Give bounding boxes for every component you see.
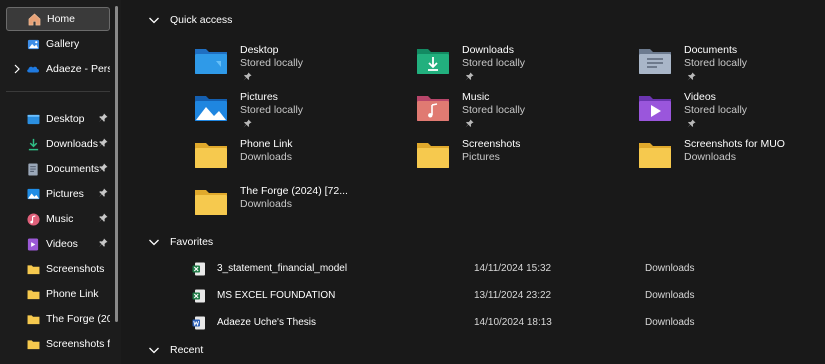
quick-access-tile-documents[interactable]: Documents Stored locally	[638, 43, 825, 87]
sidebar-item-videos[interactable]: Videos	[6, 232, 110, 256]
pin-icon	[465, 119, 474, 128]
sidebar-item-music[interactable]: Music	[6, 207, 110, 231]
quick-access-tile-videos[interactable]: Videos Stored locally	[638, 90, 825, 134]
quick-access-tile-screenshots[interactable]: Screenshots Pictures	[416, 137, 616, 181]
folder-icon	[26, 287, 40, 301]
sidebar-item-screenshots[interactable]: Screenshots	[6, 257, 110, 281]
folder-icon	[417, 143, 449, 168]
excel-file-icon	[192, 262, 205, 276]
folder-icon	[26, 262, 40, 276]
favorites-row[interactable]: 3_statement_financial_model 14/11/2024 1…	[124, 257, 825, 281]
quick-access-tile-the-forge[interactable]: The Forge (2024) [72... Downloads	[194, 184, 394, 228]
chevron-down-icon[interactable]	[148, 345, 160, 355]
documents-icon	[26, 162, 40, 176]
quick-access-tile-phone-link[interactable]: Phone Link Downloads	[194, 137, 394, 181]
pictures-folder-icon	[195, 96, 227, 121]
downloads-folder-icon	[417, 49, 449, 74]
pin-icon	[243, 119, 252, 128]
folder-icon	[639, 143, 671, 168]
pin-icon	[98, 138, 108, 148]
pin-icon	[687, 72, 696, 81]
sidebar-item-onedrive[interactable]: Adaeze - Person	[6, 57, 110, 81]
excel-file-icon	[192, 289, 205, 303]
quick-access-tile-desktop[interactable]: Desktop Stored locally	[194, 43, 394, 87]
favorites-row[interactable]: MS EXCEL FOUNDATION 13/11/2024 23:22 Dow…	[124, 284, 825, 308]
sidebar-scrollbar[interactable]	[115, 6, 118, 322]
sidebar-item-desktop[interactable]: Desktop	[6, 107, 110, 131]
quick-access-tile-screenshots-for-muo[interactable]: Screenshots for MUO Downloads	[638, 137, 825, 181]
sidebar-item-downloads[interactable]: Downloads	[6, 132, 110, 156]
music-folder-icon	[417, 96, 449, 121]
onedrive-icon	[26, 62, 40, 76]
videos-folder-icon	[639, 96, 671, 121]
sidebar-item-phone-link[interactable]: Phone Link	[6, 282, 110, 306]
favorites-row[interactable]: Adaeze Uche's Thesis 14/10/2024 18:13 Do…	[124, 311, 825, 335]
favorites-header[interactable]: Favorites	[124, 232, 213, 252]
desktop-icon	[26, 112, 40, 126]
chevron-down-icon[interactable]	[148, 237, 160, 247]
quick-access-tile-downloads[interactable]: Downloads Stored locally	[416, 43, 616, 87]
pin-icon	[687, 119, 696, 128]
quick-access-tile-pictures[interactable]: Pictures Stored locally	[194, 90, 394, 134]
sidebar-item-home[interactable]: Home	[6, 7, 110, 31]
sidebar-item-gallery[interactable]: Gallery	[6, 32, 110, 56]
home-icon	[27, 12, 41, 26]
quick-access-tile-music[interactable]: Music Stored locally	[416, 90, 616, 134]
chevron-right-icon[interactable]	[13, 64, 21, 74]
sidebar-item-the-forge[interactable]: The Forge (2024	[6, 307, 110, 331]
navigation-pane: Home Gallery Adaeze - Person Desktop Dow…	[0, 0, 121, 364]
videos-icon	[26, 237, 40, 251]
pin-icon	[465, 72, 474, 81]
sidebar-item-pictures[interactable]: Pictures	[6, 182, 110, 206]
pin-icon	[98, 213, 108, 223]
recent-header[interactable]: Recent	[124, 340, 203, 360]
sidebar-item-screenshots-for[interactable]: Screenshots for	[6, 332, 110, 356]
pictures-icon	[26, 187, 40, 201]
word-file-icon	[192, 316, 205, 330]
quick-access-header[interactable]: Quick access	[124, 10, 232, 30]
desktop-folder-icon	[195, 49, 227, 74]
pin-icon	[98, 238, 108, 248]
music-icon	[26, 212, 40, 226]
gallery-icon	[26, 37, 40, 51]
pin-icon	[98, 113, 108, 123]
pin-icon	[98, 188, 108, 198]
documents-folder-icon	[639, 49, 671, 74]
pin-icon	[243, 72, 252, 81]
chevron-down-icon[interactable]	[148, 15, 160, 25]
folder-icon	[195, 143, 227, 168]
folder-icon	[26, 312, 40, 326]
folder-icon	[195, 190, 227, 215]
folder-icon	[26, 337, 40, 351]
sidebar-item-documents[interactable]: Documents	[6, 157, 110, 181]
sidebar-divider	[6, 91, 110, 92]
downloads-icon	[26, 137, 40, 151]
pin-icon	[98, 163, 108, 173]
content-pane: Quick access Desktop Stored locally Down…	[124, 0, 825, 364]
